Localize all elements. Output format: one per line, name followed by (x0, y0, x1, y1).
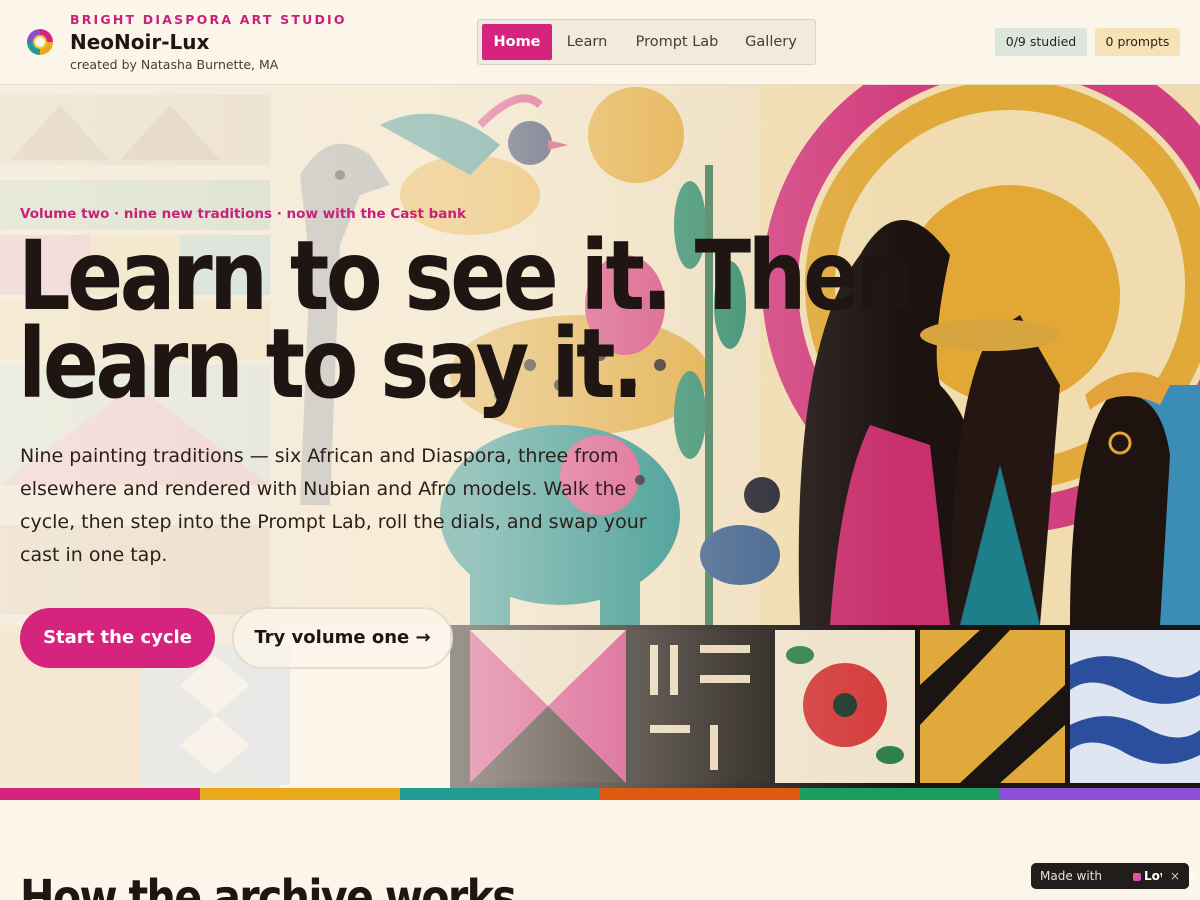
strip-segment (800, 788, 1000, 800)
studied-counter-badge: 0/9 studied (995, 28, 1087, 56)
made-with-label: Made with (1040, 869, 1102, 883)
start-cycle-button[interactable]: Start the cycle (20, 608, 215, 668)
byline: created by Natasha Burnette, MA (70, 57, 279, 72)
strip-segment (400, 788, 600, 800)
nav-learn[interactable]: Learn (560, 24, 614, 60)
nav-gallery[interactable]: Gallery (738, 24, 804, 60)
hero-lede: Nine painting traditions — six African a… (20, 445, 647, 566)
hero-overlay (0, 85, 1200, 788)
site-header: BRIGHT DIASPORA ART STUDIO NeoNoir-Lux c… (0, 0, 1200, 85)
hero-headline: Learn to see it. Then learn to say it. (18, 220, 914, 420)
nav-home[interactable]: Home (482, 24, 552, 60)
main-nav: Home Learn Prompt Lab Gallery (477, 19, 816, 65)
close-icon[interactable]: × (1165, 863, 1185, 889)
ring-logo-icon[interactable] (27, 29, 53, 55)
badge-close-wrap: × (1162, 863, 1189, 889)
brand-title[interactable]: NeoNoir-Lux (70, 30, 209, 54)
studio-name: BRIGHT DIASPORA ART STUDIO (70, 12, 347, 27)
try-volume-one-button[interactable]: Try volume one → (232, 607, 453, 669)
section-title: How the archive works (20, 870, 517, 900)
strip-segment (200, 788, 400, 800)
strip-segment (0, 788, 200, 800)
nav-prompt-lab[interactable]: Prompt Lab (630, 24, 724, 60)
strip-segment (600, 788, 800, 800)
prompts-counter-badge: 0 prompts (1095, 28, 1180, 56)
hero-section (0, 85, 1200, 788)
color-strip (0, 788, 1200, 800)
strip-segment (1000, 788, 1200, 800)
